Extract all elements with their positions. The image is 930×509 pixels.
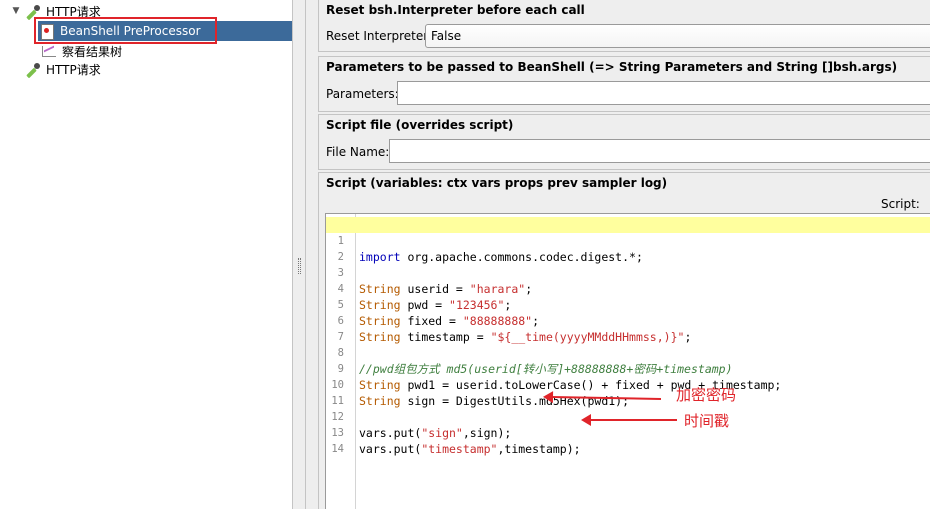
parameters-input[interactable] [397, 81, 930, 105]
highlight-box [34, 17, 217, 44]
code-line: 1 import org.apache.commons.codec.digest… [326, 217, 930, 264]
tree-item-label: HTTP请求 [46, 62, 101, 77]
tree-item-http-request-2[interactable]: HTTP请求 [24, 60, 101, 78]
code-line: 9 String pwd1 = userid.toLowerCase() + f… [326, 345, 930, 392]
code-line: 4 String pwd = "123456"; [326, 265, 930, 312]
annotation-arrow-icon [581, 414, 677, 426]
reset-interpreter-section: Reset bsh.Interpreter before each call R… [318, 0, 930, 52]
code-line: 12 vars.put("sign",sign); [326, 393, 930, 440]
splitter-grip-icon[interactable] [298, 258, 301, 274]
http-sampler-icon [24, 61, 42, 77]
file-name-input[interactable] [389, 139, 930, 163]
reset-interpreter-select[interactable]: False [425, 24, 930, 48]
section-title: Script (variables: ctx vars props prev s… [319, 173, 930, 193]
script-label: Script: [881, 197, 920, 211]
expand-toggle-icon[interactable]: ▼ [9, 2, 23, 20]
listener-graph-icon [40, 43, 58, 59]
properties-panel: Reset bsh.Interpreter before each call R… [306, 0, 930, 509]
parameters-label: Parameters: [326, 87, 399, 101]
code-line: 6 String timestamp = "${__time(yyyyMMddH… [326, 297, 930, 344]
code-line: 7 [326, 313, 930, 343]
section-title: Parameters to be passed to BeanShell (=>… [319, 57, 930, 77]
code-line: 2 [326, 233, 930, 263]
script-editor[interactable]: 1 import org.apache.commons.codec.digest… [325, 213, 930, 509]
code-line: 14 [326, 425, 930, 455]
code-line: 5 String fixed = "88888888"; [326, 281, 930, 328]
code-text: vars.put("timestamp",timestamp); [359, 442, 581, 456]
line-number: 14 [331, 443, 344, 455]
test-plan-tree: ▼ HTTP请求 BeanShell PreProcessor 察看结果树 HT… [0, 0, 292, 509]
section-title: Reset bsh.Interpreter before each call [319, 0, 930, 20]
parameters-section: Parameters to be passed to BeanShell (=>… [318, 56, 930, 112]
pane-splitter[interactable] [292, 0, 306, 509]
file-name-label: File Name: [326, 145, 390, 159]
code-line: 10 String sign = DigestUtils.md5Hex(pwd1… [326, 361, 930, 408]
tree-item-view-results-tree[interactable]: 察看结果树 [40, 42, 122, 60]
code-line: 11 [326, 377, 930, 407]
reset-interpreter-label: Reset Interpreter: [326, 29, 433, 43]
section-title: Script file (overrides script) [319, 115, 930, 135]
annotation-note: 加密密码 [676, 386, 737, 404]
script-file-section: Script file (overrides script) File Name… [318, 114, 930, 170]
code-line: 3 String userid = "harara"; [326, 249, 930, 296]
select-value: False [431, 29, 462, 43]
annotation-note: 时间戳 [684, 412, 730, 430]
code-line: 13 vars.put("timestamp",timestamp); [326, 409, 930, 456]
code-line: 8 //pwd组包方式 md5(userid[转小写]+88888888+密码+… [326, 329, 930, 376]
tree-item-label: 察看结果树 [62, 44, 123, 59]
